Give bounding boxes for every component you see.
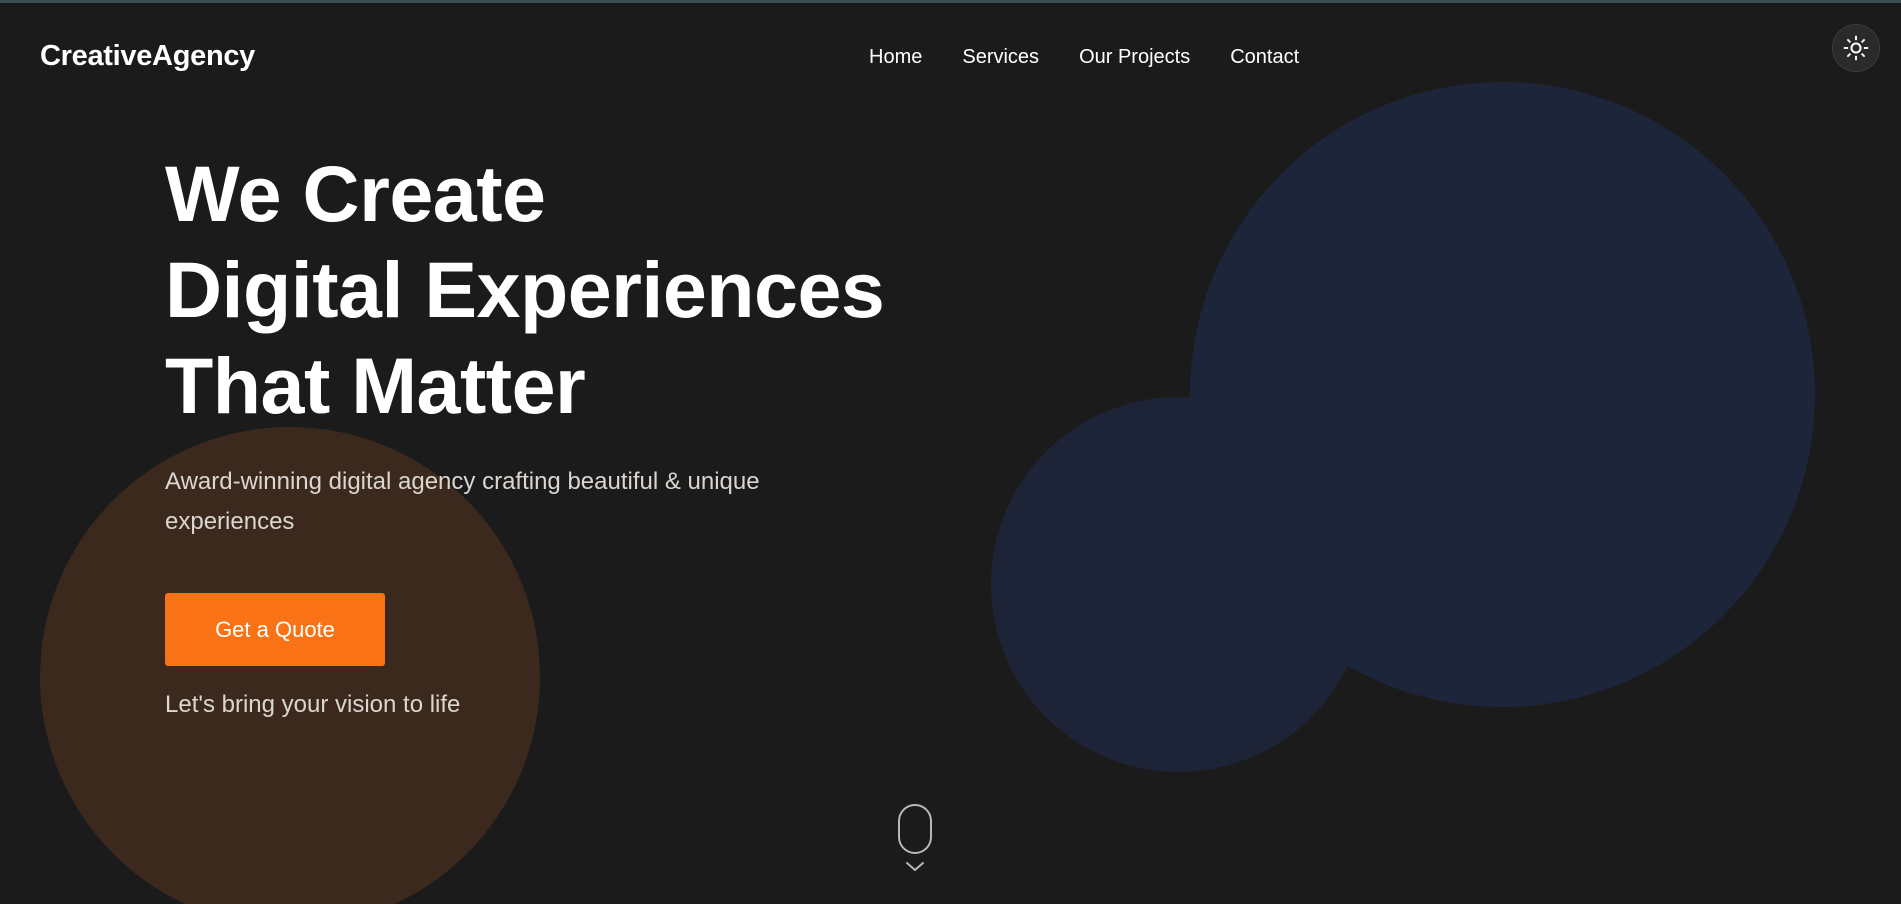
main-nav: Home Services Our Projects Contact	[869, 46, 1299, 69]
top-strip	[0, 0, 1901, 3]
hero-tagline: Let's bring your vision to life	[165, 691, 461, 718]
nav-item-contact[interactable]: Contact	[1230, 46, 1299, 69]
nav-item-home[interactable]: Home	[869, 46, 922, 69]
logo[interactable]: CreativeAgency	[40, 40, 255, 73]
hero-title-line-3: That Matter	[165, 341, 586, 430]
scroll-down-indicator[interactable]	[898, 804, 932, 876]
nav-item-services[interactable]: Services	[962, 46, 1039, 69]
hero-title-line-1: We Create	[165, 149, 546, 238]
theme-toggle-button[interactable]	[1832, 24, 1880, 72]
hero-title-line-2: Digital Experiences	[165, 245, 885, 334]
hero-subtitle: Award-winning digital agency crafting be…	[165, 468, 760, 535]
mouse-scroll-icon	[898, 804, 932, 871]
nav-item-our-projects[interactable]: Our Projects	[1079, 46, 1190, 69]
get-a-quote-button[interactable]: Get a Quote	[165, 593, 385, 666]
decorative-blue-circle-small	[991, 397, 1366, 772]
hero-title: We Create Digital Experiences That Matte…	[165, 146, 885, 434]
sun-icon	[1843, 35, 1869, 61]
page: CreativeAgency Home Services Our Project…	[0, 0, 1901, 904]
